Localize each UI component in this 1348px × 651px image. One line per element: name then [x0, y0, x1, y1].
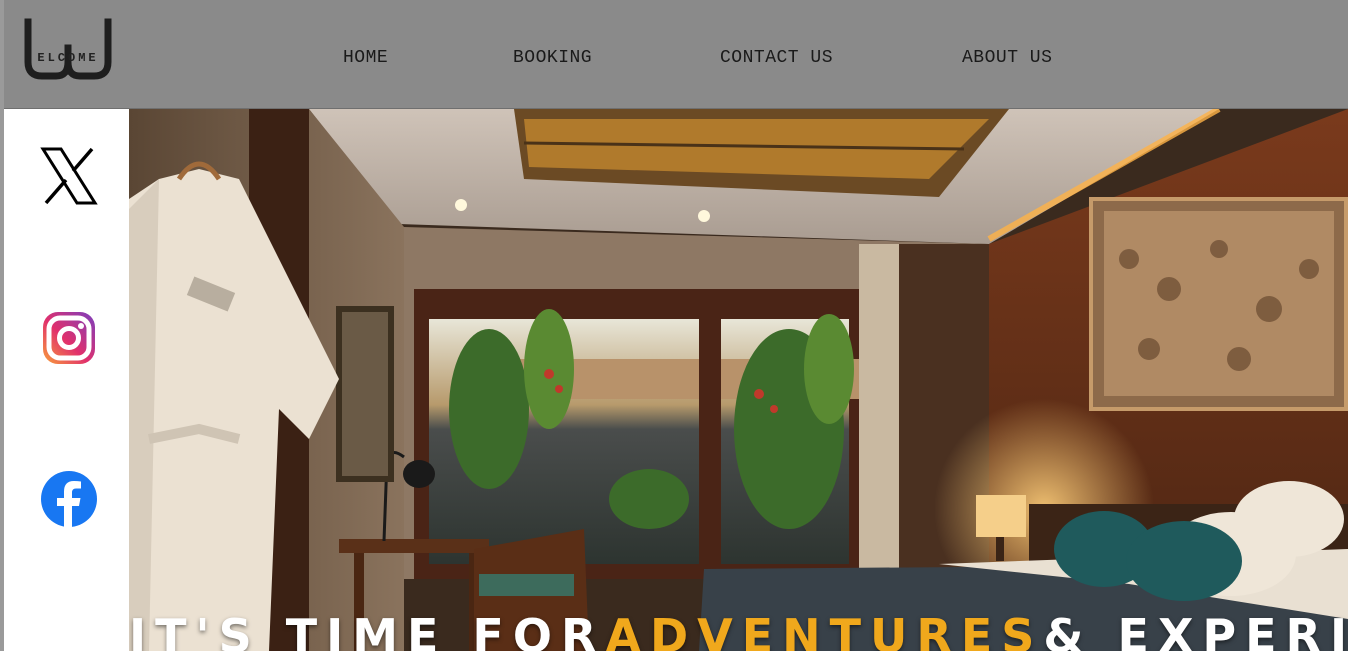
- site-logo[interactable]: ELCOME: [22, 18, 114, 82]
- x-icon[interactable]: [40, 147, 98, 205]
- hero-banner: IT'S TIME FORADVENTURES& EXPERIENCES: [129, 109, 1348, 651]
- logo-mark-icon: [24, 18, 112, 80]
- instagram-icon[interactable]: [40, 309, 98, 367]
- hero-headline: IT'S TIME FORADVENTURES& EXPERIENCES: [129, 609, 1348, 651]
- nav-booking[interactable]: BOOKING: [513, 48, 592, 68]
- hero-room-image: [129, 109, 1348, 651]
- nav-about-us[interactable]: ABOUT US: [962, 48, 1052, 68]
- facebook-icon[interactable]: [40, 470, 98, 528]
- hero-headline-part2: & EXPERIENCES: [1043, 609, 1348, 651]
- logo-text: ELCOME: [37, 51, 99, 65]
- hero-headline-accent: ADVENTURES: [605, 609, 1044, 651]
- social-sidebar: [4, 109, 129, 651]
- hero-headline-part1: IT'S TIME FOR: [129, 609, 606, 651]
- nav-contact-us[interactable]: CONTACT US: [720, 48, 833, 68]
- site-header: ELCOME HOME BOOKING CONTACT US ABOUT US: [4, 0, 1348, 109]
- nav-home[interactable]: HOME: [343, 48, 388, 68]
